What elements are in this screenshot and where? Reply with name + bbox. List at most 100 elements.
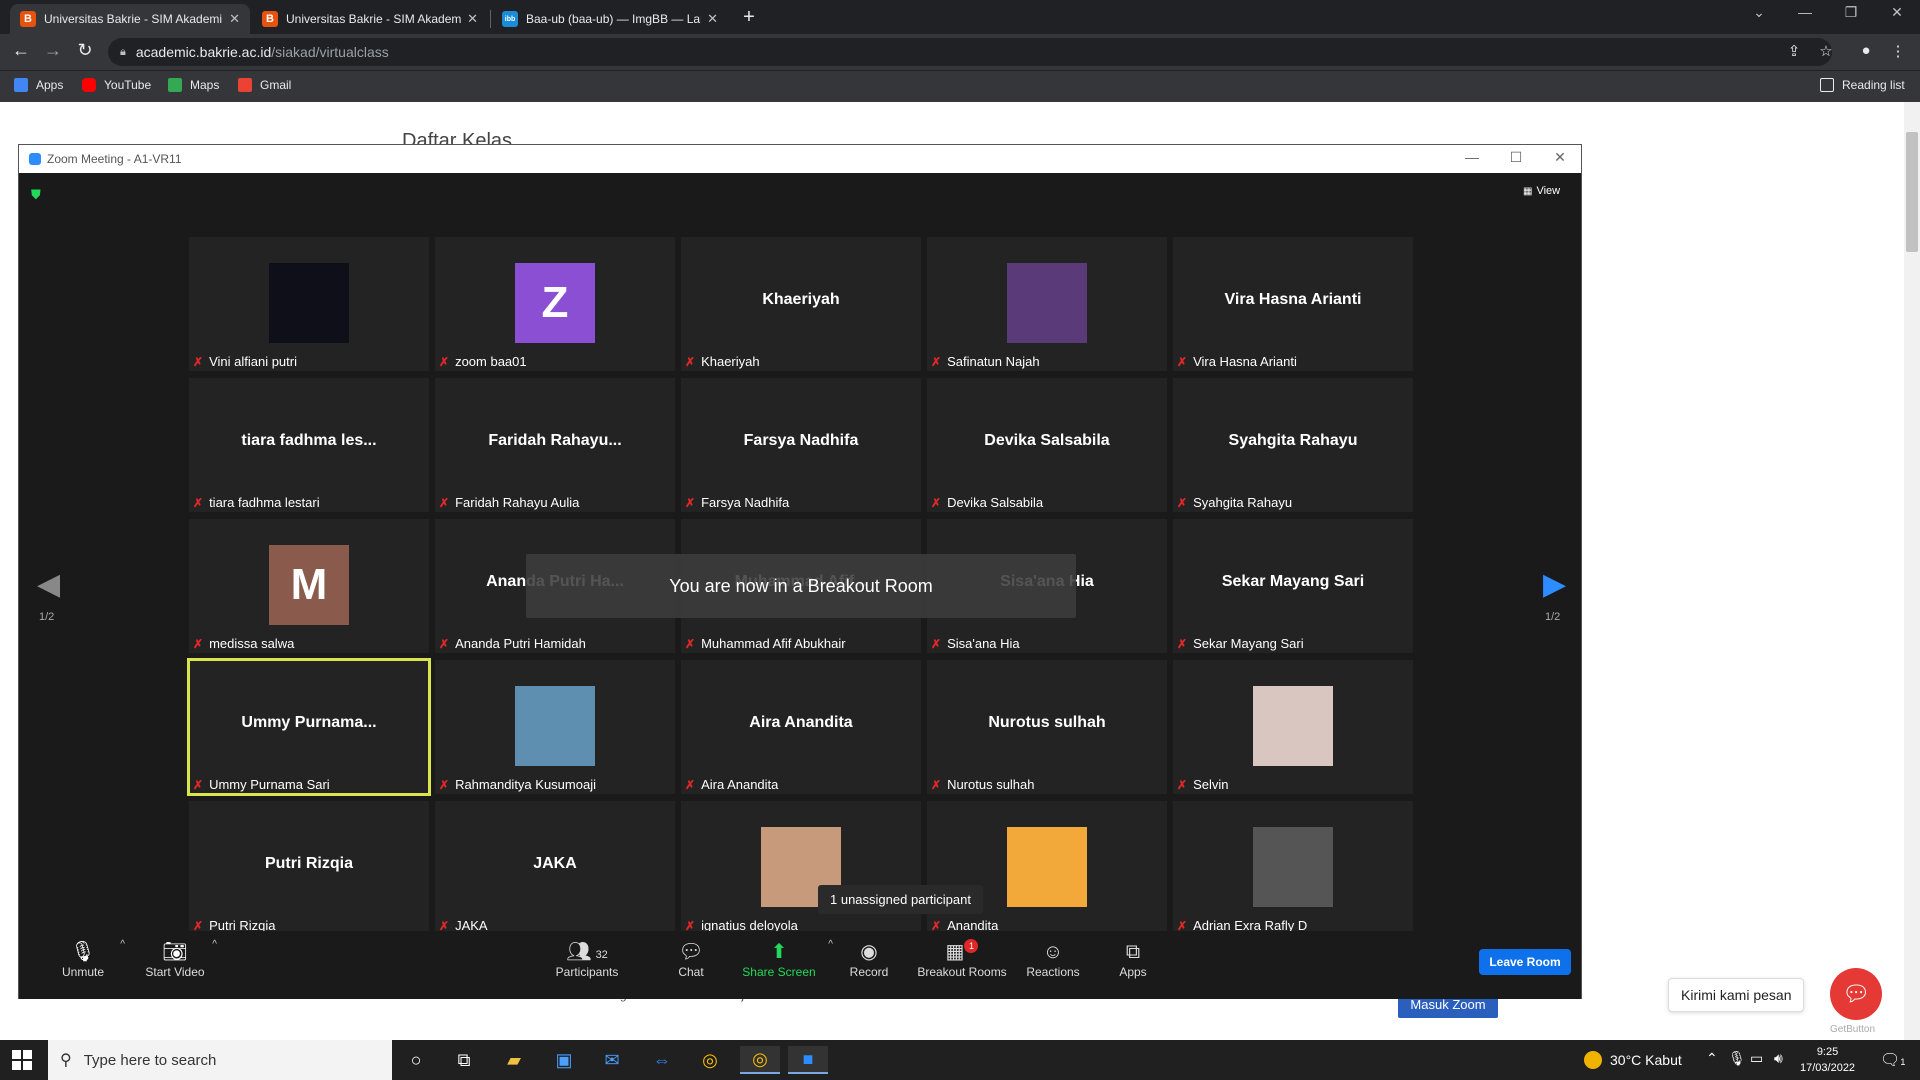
participant-tile[interactable]: Nurotus sulhah ✗ Nurotus sulhah xyxy=(927,660,1167,794)
participant-tile[interactable]: Z ✗ zoom baa01 xyxy=(435,237,675,371)
bookmark-maps[interactable]: Maps xyxy=(168,78,219,92)
volume-icon[interactable]: 🔊︎ xyxy=(1774,1050,1783,1067)
participant-tile[interactable]: Sekar Mayang Sari ✗ Sekar Mayang Sari xyxy=(1173,519,1413,653)
participant-tile[interactable]: ✗ Selvin xyxy=(1173,660,1413,794)
participant-display-name: Vira Hasna Arianti xyxy=(1224,291,1362,308)
bookmark-star-icon[interactable]: ☆ xyxy=(1814,42,1838,60)
leave-room-button[interactable]: Leave Room xyxy=(1479,949,1571,975)
participant-tile[interactable]: Vira Hasna Arianti ✗ Vira Hasna Arianti xyxy=(1173,237,1413,371)
participant-tile[interactable]: Putri Rizqia ✗ Putri Rizqia xyxy=(189,801,429,935)
chat-button[interactable]: 💬︎ Chat xyxy=(651,939,731,979)
file-explorer-icon[interactable]: ▰ xyxy=(494,1046,534,1074)
forward-button[interactable]: → xyxy=(40,40,66,61)
restore-button[interactable]: ❐ xyxy=(1836,4,1866,21)
share-screen-button[interactable]: ⬆ Share Screen ^ xyxy=(739,939,833,979)
participant-tile[interactable]: Syahgita Rahayu ✗ Syahgita Rahayu xyxy=(1173,378,1413,512)
tab-search-icon[interactable]: ⌄ xyxy=(1744,4,1774,21)
participant-tile[interactable]: ✗ Safinatun Najah xyxy=(927,237,1167,371)
participant-name: Sisa'ana Hia xyxy=(947,636,1020,651)
notification-center-icon[interactable]: 🗨︎1 xyxy=(1880,1050,1905,1070)
minimize-button[interactable]: — xyxy=(1790,4,1820,20)
participant-avatar xyxy=(1007,263,1087,343)
close-tab-icon[interactable]: ✕ xyxy=(229,11,240,27)
bookmark-apps[interactable]: Apps xyxy=(14,78,63,92)
windows-start-icon[interactable] xyxy=(12,1050,32,1070)
breakout-rooms-button[interactable]: ▦ 1 Breakout Rooms xyxy=(917,939,1007,979)
menu-kebab-icon[interactable]: ⋮ xyxy=(1886,42,1910,60)
taskbar-search-box[interactable]: ⚲ Type here to search xyxy=(48,1040,392,1080)
participant-tile[interactable]: tiara fadhma les... ✗ tiara fadhma lestari xyxy=(189,378,429,512)
participant-tile[interactable]: ✗ Vini alfiani putri xyxy=(189,237,429,371)
search-placeholder: Type here to search xyxy=(83,1051,217,1069)
participant-tile[interactable]: ✗ Adrian Exra Rafly D xyxy=(1173,801,1413,935)
close-tab-icon[interactable]: ✕ xyxy=(467,11,478,27)
unmute-label: Unmute xyxy=(61,965,105,979)
store-icon[interactable]: ▣ xyxy=(544,1046,584,1074)
participant-tile[interactable]: ✗ Anandita xyxy=(927,801,1167,935)
tab-3[interactable]: ibb Baa-ub (baa-ub) — ImgBB — Lar ✕ xyxy=(492,4,728,34)
participant-tile[interactable]: JAKA ✗ JAKA xyxy=(435,801,675,935)
back-button[interactable]: ← xyxy=(8,40,34,61)
close-tab-icon[interactable]: ✕ xyxy=(707,11,718,27)
participant-tile[interactable]: ✗ ignatius deloyola xyxy=(681,801,921,935)
chrome-profile-icon[interactable]: ◎ xyxy=(740,1046,780,1074)
participant-name-label: ✗ Nurotus sulhah xyxy=(931,777,1035,792)
participant-tile[interactable]: Khaeriyah ✗ Khaeriyah xyxy=(681,237,921,371)
new-tab-button[interactable]: + xyxy=(738,6,760,29)
zoom-taskbar-icon[interactable]: ■ xyxy=(788,1046,828,1074)
zoom-logo-icon xyxy=(29,153,41,165)
teamviewer-icon[interactable]: ⇔ xyxy=(642,1046,682,1074)
show-hidden-icons-chevron-icon[interactable]: ⌃ xyxy=(1706,1050,1718,1067)
previous-page-arrow-icon[interactable]: ◀ xyxy=(37,567,60,602)
bookmark-gmail[interactable]: Gmail xyxy=(238,78,291,92)
close-window-button[interactable]: ✕ xyxy=(1882,4,1912,21)
record-button[interactable]: ◉ Record xyxy=(829,939,909,979)
chat-prompt-bubble[interactable]: Kirimi kami pesan xyxy=(1668,978,1805,1012)
mail-icon[interactable]: ✉ xyxy=(592,1046,632,1074)
encryption-shield-icon[interactable]: ⛊ xyxy=(31,187,41,203)
system-clock[interactable]: 9:25 17/03/2022 xyxy=(1800,1044,1855,1076)
apps-button[interactable]: ⧉ Apps xyxy=(1093,939,1173,979)
chat-widget-button[interactable]: 💬︎ xyxy=(1830,968,1882,1020)
task-view-icon[interactable]: ⧉ xyxy=(444,1046,484,1074)
participant-tile[interactable]: Devika Salsabila ✗ Devika Salsabila xyxy=(927,378,1167,512)
cortana-icon[interactable]: ○ xyxy=(396,1046,436,1074)
profile-icon[interactable]: ● xyxy=(1854,42,1878,59)
weather-widget[interactable]: 30°C Kabut xyxy=(1584,1051,1682,1069)
participant-tile[interactable]: Farsya Nadhifa ✗ Farsya Nadhifa xyxy=(681,378,921,512)
scrollbar-thumb[interactable] xyxy=(1906,132,1918,252)
chrome-icon[interactable]: ◎ xyxy=(690,1046,730,1074)
reading-list-button[interactable]: Reading list xyxy=(1820,78,1905,92)
zoom-minimize-button[interactable]: — xyxy=(1457,149,1487,165)
microphone-tray-icon[interactable]: 🎙︎ xyxy=(1728,1050,1746,1067)
unmute-button[interactable]: 🎙︎ Unmute ^ xyxy=(43,939,125,979)
tab-1[interactable]: B Universitas Bakrie - SIM Akademi ✕ xyxy=(10,4,250,34)
reload-button[interactable]: ↻ xyxy=(72,40,98,61)
participant-tile[interactable]: Ummy Purnama... ✗ Ummy Purnama Sari xyxy=(187,658,431,796)
participant-display-name: Putri Rizqia xyxy=(264,855,353,872)
participant-tile[interactable]: Faridah Rahayu... ✗ Faridah Rahayu Aulia xyxy=(435,378,675,512)
participant-tile[interactable]: M ✗ medissa salwa xyxy=(189,519,429,653)
zoom-close-button[interactable]: ✕ xyxy=(1545,149,1575,166)
audio-options-caret-icon[interactable]: ^ xyxy=(120,939,125,950)
participant-tile[interactable]: ✗ Rahmanditya Kusumoaji xyxy=(435,660,675,794)
bookmark-youtube[interactable]: YouTube xyxy=(82,78,151,92)
next-page-arrow-icon[interactable]: ▶ xyxy=(1543,567,1566,602)
network-icon[interactable]: ▭ xyxy=(1750,1050,1763,1067)
participant-avatar xyxy=(269,263,349,343)
view-button[interactable]: ▦ View xyxy=(1523,185,1564,197)
address-bar[interactable]: 🔒︎ academic.bakrie.ac.id/siakad/virtualc… xyxy=(108,38,1832,66)
participant-name: medissa salwa xyxy=(209,636,295,651)
share-icon[interactable]: ⇪ xyxy=(1782,42,1806,60)
participant-name: tiara fadhma lestari xyxy=(209,495,320,510)
video-options-caret-icon[interactable]: ^ xyxy=(212,939,217,950)
zoom-maximize-button[interactable]: ☐ xyxy=(1501,149,1531,166)
participant-display-name: Khaeriyah xyxy=(762,291,840,308)
tab-2[interactable]: B Universitas Bakrie - SIM Akadem ✕ xyxy=(252,4,488,34)
participant-tile[interactable]: Aira Anandita ✗ Aira Anandita xyxy=(681,660,921,794)
lock-icon: 🔒︎ xyxy=(120,45,126,58)
share-screen-icon: ⬆ xyxy=(770,941,788,963)
reactions-button[interactable]: ☺ Reactions xyxy=(1013,939,1093,979)
participants-button[interactable]: 👥︎ 32 Participants xyxy=(547,939,627,979)
start-video-button[interactable]: 📷︎ Start Video ^ xyxy=(135,939,217,979)
